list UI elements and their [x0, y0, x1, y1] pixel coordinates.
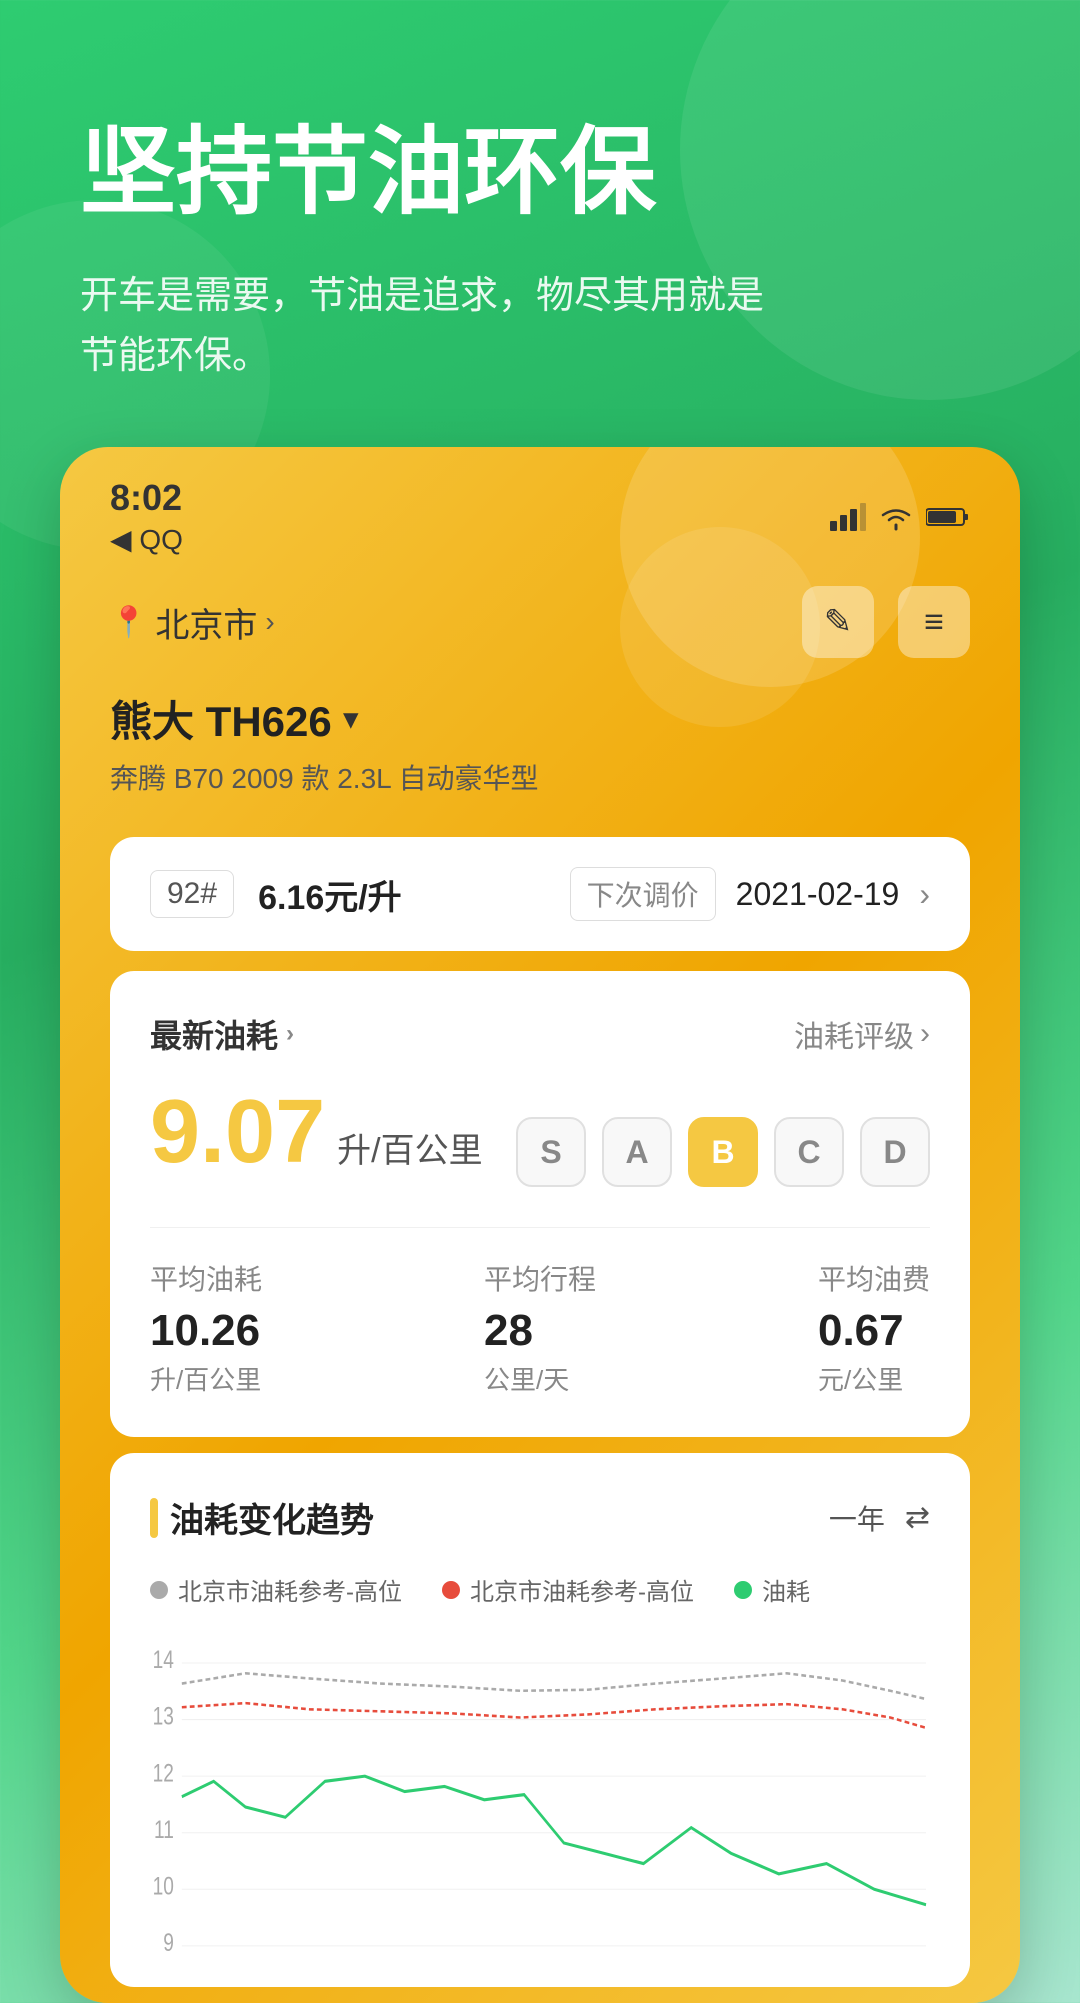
rating-badge-C[interactable]: C: [774, 1117, 844, 1187]
stats-row: 平均油耗 10.26 升/百公里 平均行程 28 公里/天 平均油费 0.67 …: [150, 1227, 930, 1397]
location-chevron-icon: ›: [265, 606, 274, 638]
edit-button[interactable]: ✎: [802, 586, 874, 658]
green-chart-line: [182, 1776, 926, 1905]
stat-avg-cost: 平均油费 0.67 元/公里: [818, 1258, 930, 1397]
trend-header: 油耗变化趋势 一年 ⇄: [150, 1493, 930, 1542]
main-fuel-display: 9.07 升/百公里: [150, 1087, 483, 1177]
rating-badge-D[interactable]: D: [860, 1117, 930, 1187]
city-name: 北京市: [155, 598, 257, 647]
page-background: 坚持节油环保 开车是需要，节油是追求，物尽其用就是节能环保。 8:02 ◀ QQ: [0, 0, 1080, 2003]
fuel-price-card: 92# 6.16元/升 下次调价 2021-02-19 ›: [110, 837, 970, 951]
battery-icon: [926, 505, 970, 529]
car-name-text: 熊大 TH626: [110, 688, 332, 749]
svg-text:9: 9: [163, 1929, 174, 1957]
location-pin-icon: 📍: [110, 605, 147, 640]
status-app: ◀ QQ: [110, 523, 183, 556]
trend-controls: 一年 ⇄: [829, 1498, 930, 1538]
car-name-row[interactable]: 熊大 TH626 ▾: [110, 688, 970, 749]
fuel-arrow-right-icon: ›: [919, 876, 930, 913]
signal-icon: [830, 503, 866, 531]
status-time: 8:02: [110, 477, 183, 519]
rating-badge-S[interactable]: S: [516, 1117, 586, 1187]
main-title: 坚持节油环保: [80, 120, 1000, 226]
trend-chart-svg: 14 13 12 11 10 9: [150, 1627, 930, 1987]
fuel-left: 92# 6.16元/升: [150, 870, 402, 919]
legend-dot-red: [442, 1581, 460, 1599]
header-section: 坚持节油环保 开车是需要，节油是追求，物尽其用就是节能环保。: [0, 0, 1080, 447]
status-bar-left: 8:02 ◀ QQ: [110, 477, 183, 556]
legend-dot-green: [734, 1581, 752, 1599]
consumption-title-text: 最新油耗: [150, 1011, 278, 1057]
svg-text:10: 10: [153, 1872, 174, 1900]
fuel-right[interactable]: 下次调价 2021-02-19 ›: [570, 867, 930, 921]
legend-item-red: 北京市油耗参考-高位: [442, 1572, 694, 1607]
menu-button[interactable]: ≡: [898, 586, 970, 658]
gray-chart-line: [182, 1673, 926, 1699]
svg-text:14: 14: [153, 1646, 174, 1674]
trend-chart: 14 13 12 11 10 9: [150, 1627, 930, 1987]
fuel-price-value: 6.16元/升: [258, 870, 402, 919]
legend-label-red: 北京市油耗参考-高位: [470, 1572, 694, 1607]
car-model-text: 奔腾 B70 2009 款 2.3L 自动豪华型: [110, 757, 970, 797]
rating-title-text: 油耗评级: [794, 1012, 914, 1056]
legend-dot-gray: [150, 1581, 168, 1599]
subtitle-text: 开车是需要，节油是追求，物尽其用就是节能环保。: [80, 266, 780, 388]
action-icons: ✎ ≡: [802, 586, 970, 658]
red-chart-line: [182, 1703, 926, 1728]
next-price-label: 下次调价: [570, 867, 716, 921]
status-icons: [830, 503, 970, 531]
legend-label-green: 油耗: [762, 1572, 810, 1607]
trend-bar-icon: [150, 1498, 158, 1538]
rating-badge-A[interactable]: A: [602, 1117, 672, 1187]
legend-item-gray: 北京市油耗参考-高位: [150, 1572, 402, 1607]
rating-chevron-icon: ›: [920, 1017, 930, 1051]
trend-title-text: 油耗变化趋势: [170, 1493, 374, 1542]
consumption-card: 最新油耗 › 油耗评级 › 9.07 升/百公里 S: [110, 971, 970, 1437]
stat-avg-distance-unit: 公里/天: [484, 1360, 596, 1397]
phone-card-wrapper: 8:02 ◀ QQ: [0, 447, 1080, 2003]
svg-text:11: 11: [154, 1816, 174, 1844]
status-bar: 8:02 ◀ QQ: [60, 447, 1020, 566]
svg-text:13: 13: [153, 1703, 174, 1731]
stat-avg-distance-label: 平均行程: [484, 1258, 596, 1298]
stat-avg-consumption-unit: 升/百公里: [150, 1360, 262, 1397]
stat-avg-consumption-value: 10.26: [150, 1306, 262, 1356]
legend-label-gray: 北京市油耗参考-高位: [178, 1572, 402, 1607]
consumption-card-header: 最新油耗 › 油耗评级 ›: [150, 1011, 930, 1057]
stat-avg-cost-value: 0.67: [818, 1306, 930, 1356]
stat-avg-consumption: 平均油耗 10.26 升/百公里: [150, 1258, 262, 1397]
trend-card: 油耗变化趋势 一年 ⇄ 北京市油耗参考-高位 北京市油耗参考-高: [110, 1453, 970, 1987]
fuel-grade-badge: 92#: [150, 870, 234, 918]
fuel-consumption-value: 9.07: [150, 1087, 325, 1177]
fuel-consumption-unit: 升/百公里: [337, 1123, 482, 1172]
stat-avg-cost-label: 平均油费: [818, 1258, 930, 1298]
location-bar: 📍 北京市 › ✎ ≡: [60, 566, 1020, 678]
rating-badge-B[interactable]: B: [688, 1117, 758, 1187]
car-info: 熊大 TH626 ▾ 奔腾 B70 2009 款 2.3L 自动豪华型: [60, 678, 1020, 817]
rating-badges-row: S A B C D: [516, 1117, 930, 1187]
next-price-date: 2021-02-19: [736, 876, 900, 913]
trend-title: 油耗变化趋势: [150, 1493, 374, 1542]
legend-item-green: 油耗: [734, 1572, 810, 1607]
trend-filter-icon[interactable]: ⇄: [905, 1500, 930, 1535]
svg-text:12: 12: [153, 1759, 174, 1787]
location-display[interactable]: 📍 北京市 ›: [110, 598, 275, 647]
stat-avg-distance-value: 28: [484, 1306, 596, 1356]
trend-period-button[interactable]: 一年: [829, 1498, 885, 1538]
phone-card: 8:02 ◀ QQ: [60, 447, 1020, 2003]
stat-avg-distance: 平均行程 28 公里/天: [484, 1258, 596, 1397]
stat-avg-cost-unit: 元/公里: [818, 1360, 930, 1397]
car-dropdown-icon: ▾: [344, 702, 358, 735]
consumption-title-chevron-icon: ›: [286, 1020, 294, 1048]
edit-icon: ✎: [824, 602, 853, 642]
consumption-title[interactable]: 最新油耗 ›: [150, 1011, 294, 1057]
stat-avg-consumption-label: 平均油耗: [150, 1258, 262, 1298]
rating-link[interactable]: 油耗评级 ›: [794, 1012, 930, 1056]
wifi-icon: [878, 503, 914, 531]
trend-legend: 北京市油耗参考-高位 北京市油耗参考-高位 油耗: [150, 1572, 930, 1607]
menu-icon: ≡: [924, 603, 944, 642]
